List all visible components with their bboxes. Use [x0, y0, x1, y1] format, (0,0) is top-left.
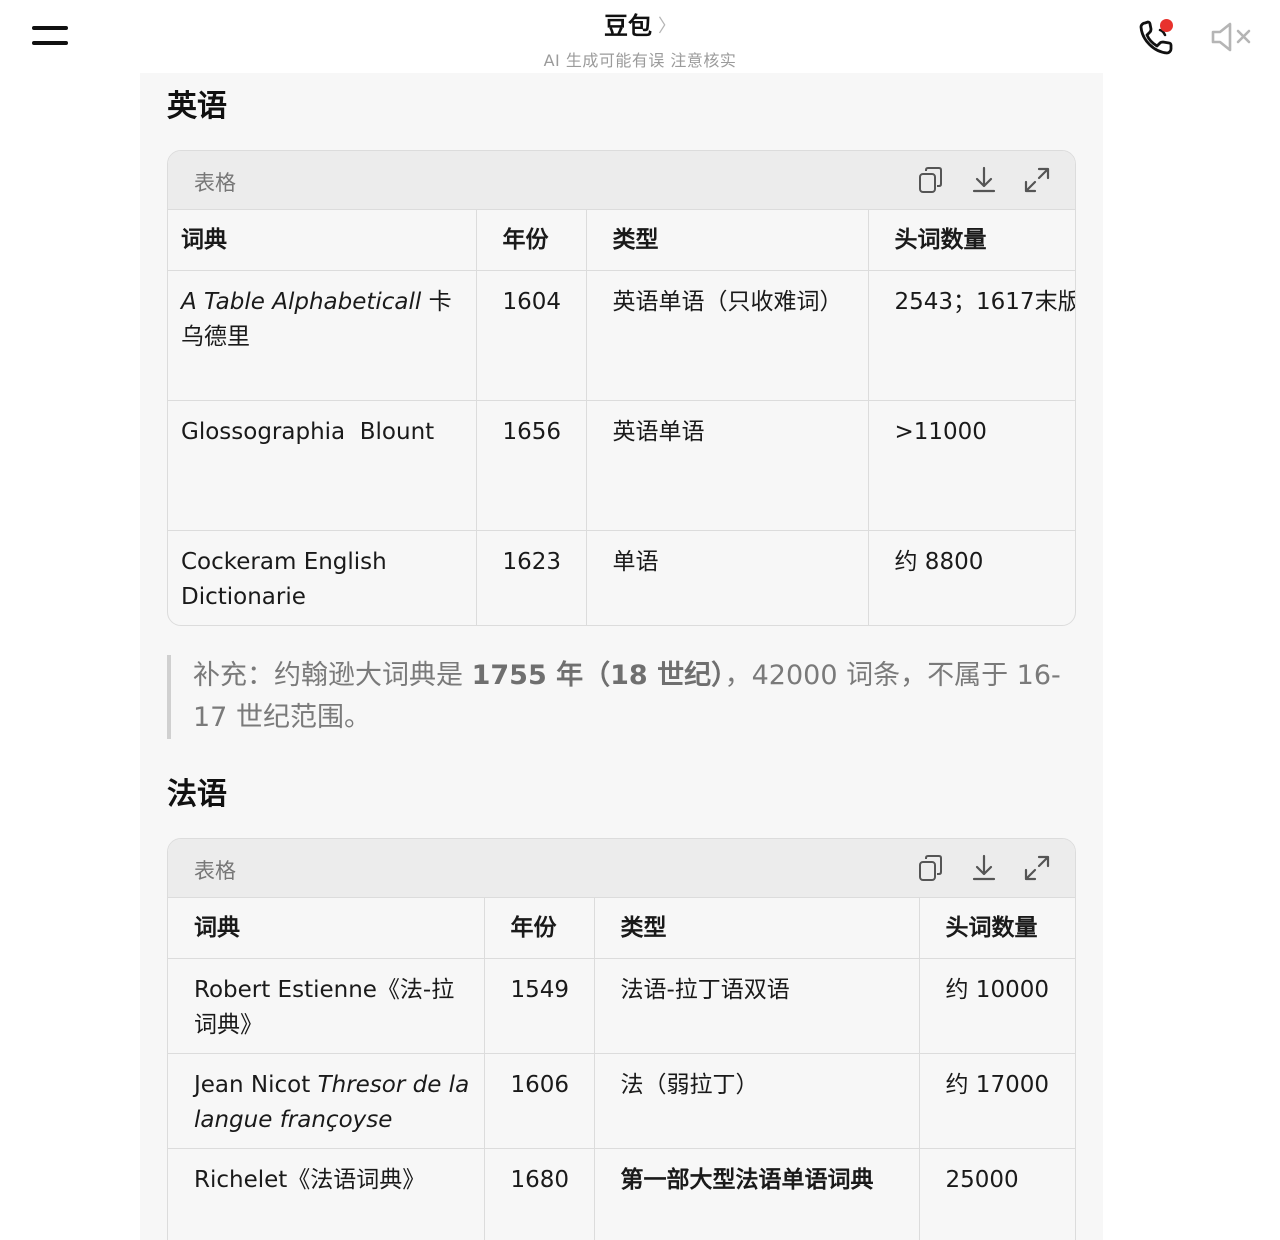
count-cell: 约 10000 — [919, 958, 1075, 1054]
count-cell: >11000 — [868, 400, 1075, 531]
note-bold: 1755 年（18 世纪） — [471, 660, 725, 691]
dictionary-cell: A Table Alphabeticall 卡乌德里 — [168, 270, 477, 401]
top-bar: 豆包〉 AI 生成可能有误 注意核实 — [0, 0, 1280, 73]
english-dictionary-table: 表格 词典 年份 类型 头词数量 A Table Alphabeticall 卡… — [167, 150, 1076, 626]
type-cell: 法（弱拉丁） — [594, 1053, 920, 1149]
dictionary-title: A Table Alphabeticall — [181, 288, 422, 315]
supplement-note: 补充：约翰逊大词典是 1755 年（18 世纪），42000 词条，不属于 16… — [167, 655, 1067, 739]
note-prefix: 补充：约翰逊大词典是 — [193, 660, 472, 691]
year-cell: 1604 — [476, 270, 587, 401]
table-row: Jean Nicot Thresor de la langue françoys… — [168, 1053, 1075, 1149]
table-header-row: 词典 年份 类型 头词数量 — [168, 898, 1075, 959]
download-icon[interactable] — [969, 165, 999, 195]
table-row: Robert Estienne《法-拉词典》 1549 法语-拉丁语双语 约 1… — [168, 958, 1075, 1054]
dictionary-author: Jean Nicot — [194, 1071, 318, 1098]
column-header: 类型 — [586, 210, 869, 271]
title-area[interactable]: 豆包〉 AI 生成可能有误 注意核实 — [440, 6, 840, 71]
year-cell: 1606 — [484, 1053, 595, 1149]
expand-icon[interactable] — [1022, 853, 1052, 883]
year-cell: 1656 — [476, 400, 587, 531]
dictionary-cell: Cockeram English Dictionarie — [168, 530, 477, 625]
column-header: 类型 — [594, 898, 920, 959]
type-cell: 第一部大型法语单语词典 — [594, 1148, 920, 1240]
type-cell: 单语 — [586, 530, 869, 625]
table-toolbar: 表格 — [168, 839, 1075, 898]
table-header-row: 词典 年份 类型 头词数量 — [168, 210, 1075, 271]
column-header: 词典 — [168, 898, 485, 959]
expand-icon[interactable] — [1022, 165, 1052, 195]
menu-icon[interactable] — [32, 22, 68, 50]
count-cell: 约 8800 — [894, 548, 984, 575]
type-cell: 法语-拉丁语双语 — [594, 958, 920, 1054]
section-heading-english: 英语 — [167, 89, 227, 124]
table-row: Richelet《法语词典》 1680 第一部大型法语单语词典 25000 — [168, 1148, 1075, 1240]
type-cell: 英语单语 — [586, 400, 869, 531]
table: 词典 年份 类型 头词数量 Robert Estienne《法-拉词典》 154… — [168, 898, 1075, 1240]
dictionary-cell: Robert Estienne《法-拉词典》 — [168, 958, 485, 1054]
notification-dot — [1160, 19, 1173, 32]
french-dictionary-table: 表格 词典 年份 类型 头词数量 Robert Estienne《法-拉词典》 … — [167, 838, 1076, 1240]
speaker-muted-icon[interactable] — [1210, 20, 1254, 54]
type-cell: 英语单语（只收难词） — [586, 270, 869, 401]
app-title[interactable]: 豆包 — [604, 6, 652, 41]
copy-icon[interactable] — [916, 165, 946, 195]
dictionary-cell: Richelet《法语词典》 — [168, 1148, 485, 1240]
column-header: 头词数量 — [868, 210, 1075, 271]
column-header: 词典 — [168, 210, 477, 271]
table-row: Cockeram English Dictionarie 1623 单语 约 8… — [168, 530, 1075, 625]
year-cell: 1623 — [476, 530, 587, 625]
table-toolbar: 表格 — [168, 151, 1075, 210]
column-header: 头词数量 — [919, 898, 1075, 959]
table-row: A Table Alphabeticall 卡乌德里 1604 英语单语（只收难… — [168, 270, 1075, 401]
table-label: 表格 — [194, 171, 236, 195]
download-icon[interactable] — [969, 853, 999, 883]
answer-card: 英语 表格 词典 年份 类型 头词数量 A Table Alphabetical… — [140, 73, 1103, 1240]
table-label: 表格 — [194, 859, 236, 883]
year-cell: 1549 — [484, 958, 595, 1054]
ai-disclaimer: AI 生成可能有误 注意核实 — [543, 51, 737, 70]
count-cell: 25000 — [945, 1166, 1019, 1193]
table-row: Glossographia Blount 1656 英语单语 >11000 — [168, 400, 1075, 531]
column-header: 年份 — [476, 210, 587, 271]
column-header: 年份 — [484, 898, 595, 959]
copy-icon[interactable] — [916, 853, 946, 883]
year-cell: 1680 — [484, 1148, 595, 1240]
count-cell: 2543；1617末版 — [868, 270, 1075, 401]
count-cell: 约 17000 — [919, 1053, 1075, 1149]
dictionary-cell: Jean Nicot Thresor de la langue françoys… — [168, 1053, 485, 1149]
section-heading-french: 法语 — [167, 777, 227, 812]
table: 词典 年份 类型 头词数量 A Table Alphabeticall 卡乌德里… — [168, 210, 1075, 625]
chevron-right-icon[interactable]: 〉 — [658, 12, 676, 38]
dictionary-cell: Glossographia Blount — [168, 400, 477, 531]
